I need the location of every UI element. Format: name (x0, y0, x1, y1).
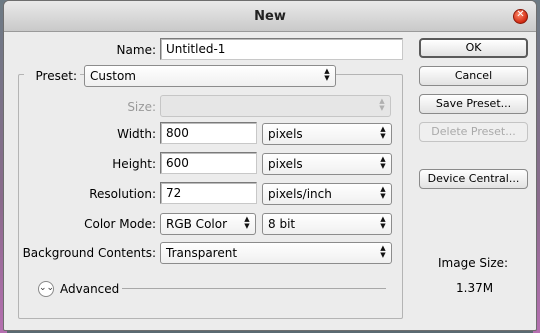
updown-arrow-icon: ▲ ▼ (380, 244, 386, 259)
dialog-title: New (254, 9, 286, 24)
image-size-value: 1.37M (456, 281, 494, 295)
width-unit-select[interactable]: pixels ▲ ▼ (262, 123, 392, 145)
color-mode-select[interactable]: RGB Color ▲ ▼ (160, 213, 256, 235)
name-field[interactable]: Untitled-1 (160, 38, 403, 60)
preset-value: Custom (90, 69, 136, 83)
width-label: Width: (117, 127, 156, 141)
background-contents-select[interactable]: Transparent ▲ ▼ (160, 242, 392, 264)
delete-preset-button: Delete Preset... (419, 122, 528, 142)
height-field[interactable]: 600 (160, 152, 257, 174)
save-preset-button[interactable]: Save Preset... (419, 94, 528, 114)
ok-button[interactable]: OK (419, 38, 528, 58)
updown-arrow-icon: ▲ ▼ (380, 125, 386, 140)
image-size-label: Image Size: (438, 256, 509, 270)
advanced-divider (122, 288, 386, 289)
close-icon: ✕ (516, 9, 525, 20)
updown-arrow-icon: ▲ ▼ (244, 215, 250, 230)
updown-arrow-icon: ▲ ▼ (324, 67, 330, 82)
updown-arrow-icon: ▲ ▼ (380, 185, 386, 200)
background-contents-value: Transparent (166, 246, 238, 260)
background-contents-label: Background Contents: (22, 246, 156, 260)
new-document-dialog: New ✕ Name: Untitled-1 Preset: Custom ▲ ▼… (3, 0, 537, 331)
height-unit-select[interactable]: pixels ▲ ▼ (262, 153, 392, 175)
resolution-label: Resolution: (89, 187, 156, 201)
preset-label: Preset: (24, 69, 80, 83)
advanced-toggle-label[interactable]: Advanced (60, 282, 119, 296)
name-label: Name: (116, 43, 156, 57)
chevron-down-icon[interactable]: ⌄⌄ (38, 281, 54, 297)
width-field[interactable]: 800 (160, 122, 257, 144)
bit-depth-select[interactable]: 8 bit ▲ ▼ (262, 213, 392, 235)
bit-depth-value: 8 bit (268, 217, 296, 231)
close-button[interactable]: ✕ (513, 9, 528, 24)
title-bar[interactable]: New ✕ (4, 1, 536, 32)
color-mode-value: RGB Color (166, 217, 228, 231)
updown-arrow-icon: ▲ ▼ (380, 155, 386, 170)
cancel-button[interactable]: Cancel (419, 66, 528, 86)
preset-select[interactable]: Custom ▲ ▼ (84, 65, 336, 87)
size-label: Size: (127, 100, 156, 114)
resolution-unit-value: pixels/inch (268, 187, 332, 201)
color-mode-label: Color Mode: (84, 217, 156, 231)
height-unit-value: pixels (268, 157, 303, 171)
device-central-button[interactable]: Device Central... (419, 169, 528, 189)
height-label: Height: (112, 157, 156, 171)
updown-arrow-icon: ▲ ▼ (380, 215, 386, 230)
resolution-field[interactable]: 72 (160, 182, 257, 204)
size-select: ▲ ▼ (160, 95, 391, 117)
updown-arrow-icon: ▲ ▼ (379, 97, 385, 112)
width-unit-value: pixels (268, 127, 303, 141)
resolution-unit-select[interactable]: pixels/inch ▲ ▼ (262, 183, 392, 205)
